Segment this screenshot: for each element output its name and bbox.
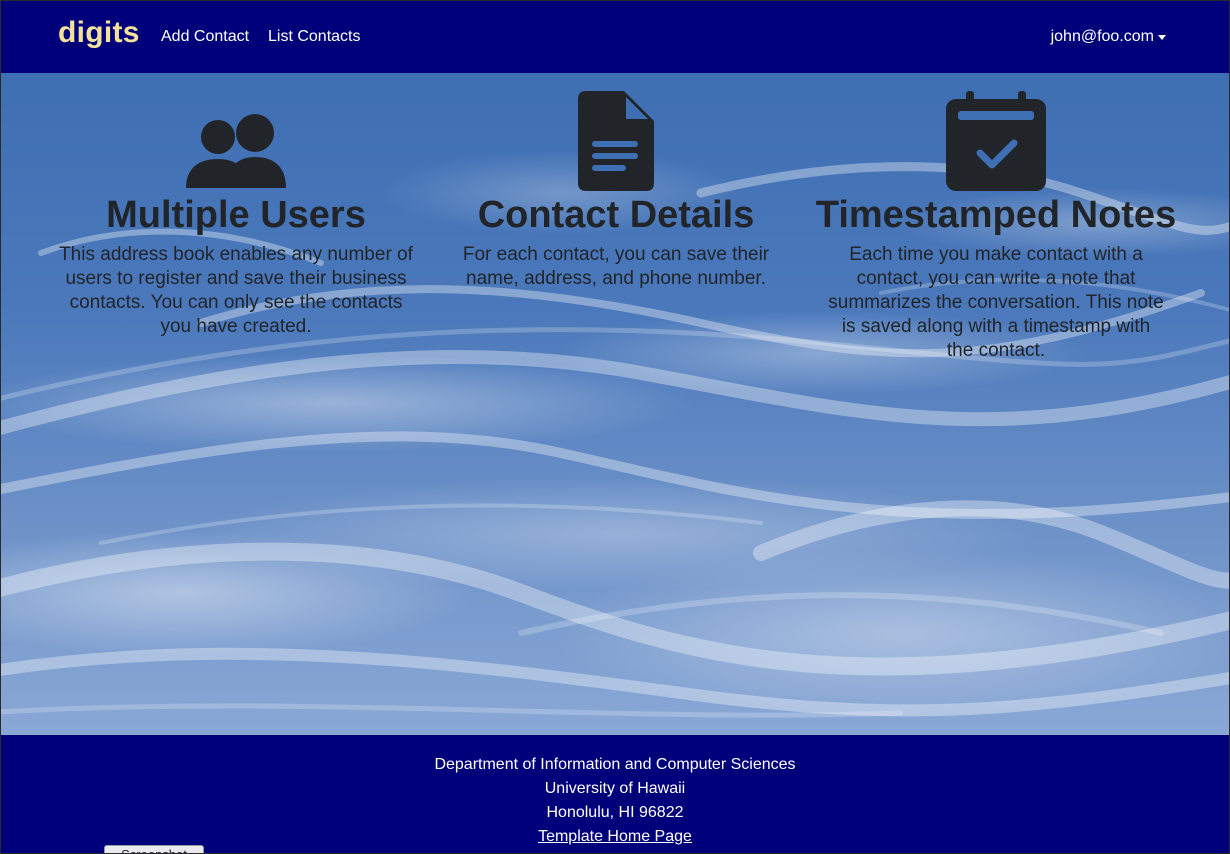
feature-text: This address book enables any number of …: [59, 244, 413, 337]
feature-text: For each contact, you can save their nam…: [462, 244, 770, 289]
navbar: digits Add Contact List Contacts john@fo…: [1, 1, 1229, 73]
feature-title: Multiple Users: [106, 194, 366, 236]
file-icon: [578, 91, 654, 191]
feature-text: Each time you make contact with a contac…: [828, 244, 1164, 361]
page-frame: digits Add Contact List Contacts john@fo…: [0, 0, 1230, 854]
users-icon: [186, 114, 286, 188]
nav-add-contact[interactable]: Add Contact: [161, 28, 249, 46]
footer-university: University of Hawaii: [544, 780, 686, 797]
footer: Department of Information and Computer S…: [1, 735, 1229, 853]
feature-title: Timestamped Notes: [815, 194, 1177, 236]
user-email: john@foo.com: [1050, 28, 1154, 45]
nav-list-contacts[interactable]: List Contacts: [268, 28, 360, 46]
footer-department: Department of Information and Computer S…: [434, 756, 796, 773]
feature-multiple-users: Multiple Users This address book enables…: [46, 73, 426, 339]
template-home-link[interactable]: Template Home Page: [538, 828, 692, 845]
feature-timestamped-notes: Timestamped Notes Each time you make con…: [806, 73, 1186, 363]
footer-address: Honolulu, HI 96822: [546, 804, 684, 821]
caret-down-icon: [1158, 34, 1166, 40]
feature-title: Contact Details: [477, 194, 755, 236]
brand-logo-link[interactable]: digits: [58, 16, 140, 50]
user-dropdown[interactable]: john@foo.com: [1051, 28, 1166, 46]
hero-section: Multiple Users This address book enables…: [1, 73, 1229, 735]
feature-contact-details: Contact Details For each contact, you ca…: [426, 73, 806, 291]
calendar-check-icon: [946, 91, 1046, 191]
screenshot-button[interactable]: Screenshot: [104, 845, 204, 853]
